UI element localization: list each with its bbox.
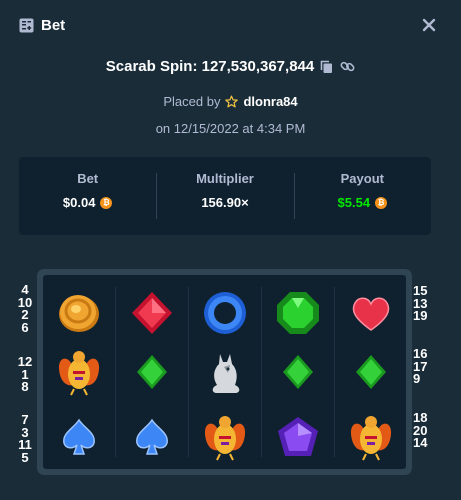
green-diamond-symbol [273,347,323,397]
green-diamond-symbol [127,347,177,397]
payline-group-left-3: 7 3 11 5 [15,413,35,465]
payline-number: 8 [21,379,29,394]
spade-symbol [127,412,177,462]
payline-number: 19 [413,308,428,323]
heart-symbol [346,288,396,338]
scarab-symbol [54,347,104,397]
wolf-symbol [200,347,250,397]
reel-divider [188,287,189,457]
modal-header: Bet [0,0,461,52]
payline-number: 14 [413,435,428,450]
blue-ring-symbol [200,288,250,338]
payline-number: 6 [21,319,29,335]
placed-by-row: Placed by dlonra84 [0,94,461,112]
spin-id-row: Scarab Spin: 127,530,367,844 [0,58,461,78]
bet-slip-icon [19,18,34,33]
bet-label: Bet [77,171,99,186]
payout-amount: $5.54 ₿ [338,195,388,210]
bet-timestamp: on 12/15/2022 at 4:34 PM [155,121,306,136]
bet-stat: Bet $0.04 ₿ [19,167,156,225]
bet-stats-panel: Bet $0.04 ₿ Multiplier 156.90× Payout $5… [19,157,431,235]
red-gem-symbol [127,288,177,338]
placed-by-label: Placed by [163,94,221,109]
bitcoin-icon: ₿ [100,196,113,209]
username-link[interactable]: dlonra84 [243,94,297,109]
payline-group-right-1: 15 13 19 [413,284,437,323]
multiplier-label: Multiplier [196,171,254,186]
payout-amount-text: $5.54 [337,195,371,210]
slot-reels [43,275,406,469]
payout-label: Payout [340,171,384,186]
payline-number: 9 [413,371,421,386]
purple-gem-symbol [273,412,323,462]
reel-divider [115,287,116,457]
payout-stat: Payout $5.54 ₿ [293,167,431,225]
star-icon [225,95,239,108]
slot-board [37,269,412,475]
green-gem-symbol [273,288,323,338]
payline-group-right-2: 16 17 9 [413,347,437,386]
payline-number: 5 [21,449,29,465]
modal-title: Bet [41,17,66,34]
multiplier-stat: Multiplier 156.90× [156,167,293,225]
scarab-symbol [346,412,396,462]
reel-divider [334,287,335,457]
bet-amount: $0.04 ₿ [63,195,113,210]
scarab-symbol [200,412,250,462]
close-icon[interactable] [420,16,438,34]
link-icon[interactable] [340,59,355,74]
bitcoin-icon: ₿ [375,196,388,209]
spade-symbol [54,412,104,462]
coin-symbol [54,288,104,338]
payline-group-left-2: 12 1 8 [15,355,35,394]
reel-divider [261,287,262,457]
payline-group-right-3: 18 20 14 [413,411,437,450]
multiplier-value: 156.90× [201,195,249,210]
spin-id-label: Scarab Spin: 127,530,367,844 [105,58,315,75]
bet-amount-text: $0.04 [62,195,96,210]
payline-group-left-1: 4 10 2 6 [15,283,35,335]
green-diamond-symbol [346,347,396,397]
copy-icon[interactable] [320,60,334,74]
